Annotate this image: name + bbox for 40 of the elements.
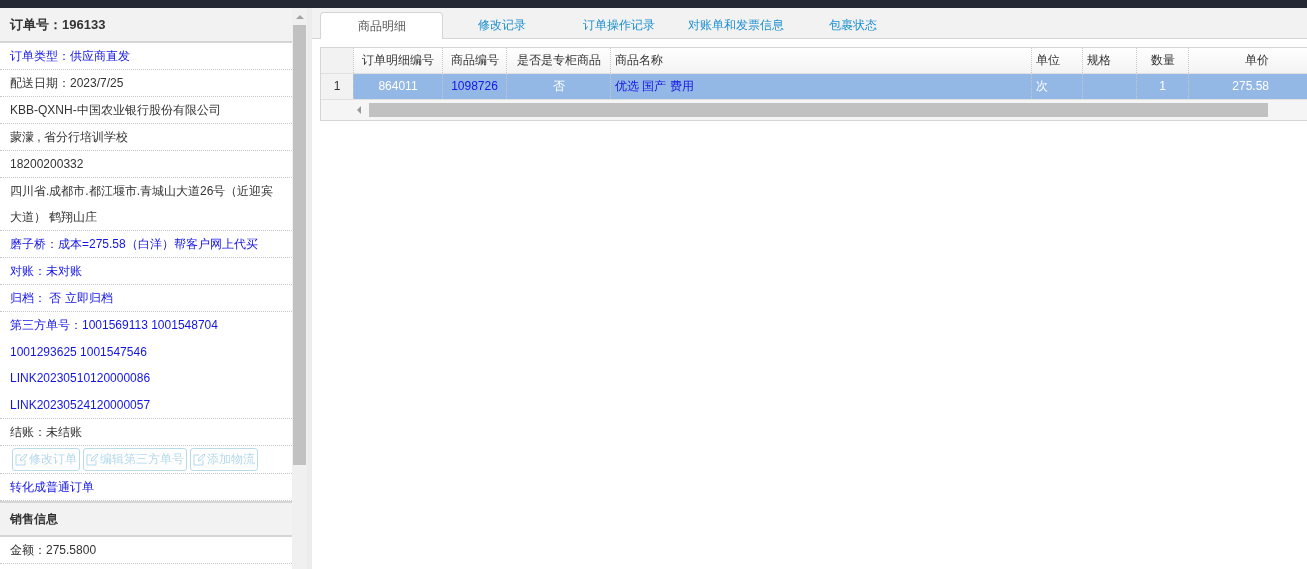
- column-header: 订单明细编号: [353, 48, 442, 73]
- column-header: 数量: [1136, 48, 1188, 73]
- row-number: 1: [321, 74, 353, 99]
- info-link[interactable]: 订单类型：供应商直发: [10, 43, 282, 69]
- info-link[interactable]: 对账：未对账: [10, 258, 282, 284]
- pencil-icon: [86, 453, 99, 466]
- table-cell: 275.58: [1188, 74, 1273, 99]
- table-cell: 否: [506, 74, 610, 99]
- table-cell: 次: [1031, 74, 1082, 99]
- info-text: 配送日期：2023/7/25: [10, 75, 125, 92]
- pencil-icon: [15, 453, 28, 466]
- info-text: 结账：未结账: [10, 424, 83, 441]
- info-link[interactable]: 转化成普通订单: [10, 474, 282, 500]
- column-header: 单位: [1031, 48, 1082, 73]
- column-header: 商品编号: [442, 48, 506, 73]
- info-text: 四川省.成都市.都江堰市.青城山大道26号（近迎宾大道） 鹤翔山庄: [10, 183, 275, 226]
- info-text: 金额：275.5800: [10, 542, 98, 559]
- table-cell: 优选 国产 费用: [610, 74, 1031, 99]
- info-text: 18200200332: [10, 156, 85, 173]
- info-link[interactable]: 归档： 否 立即归档: [10, 285, 282, 311]
- column-header: 单价: [1188, 48, 1273, 73]
- column-header: 是否是专柜商品: [506, 48, 610, 73]
- pencil-icon: [193, 453, 206, 466]
- column-header: 规格: [1082, 48, 1136, 73]
- table-cell: 864011: [353, 74, 442, 99]
- info-link[interactable]: LINK20230524120000057: [10, 391, 282, 418]
- column-header: 商品名称: [610, 48, 1031, 73]
- table-cell: 1: [1136, 74, 1188, 99]
- table-cell: 1098726: [442, 74, 506, 99]
- table-row[interactable]: 1 864011 1098726 否 优选 国产 费用 次 1 275.58: [321, 74, 1307, 100]
- info-text: KBB-QXNH-中国农业银行股份有限公司: [10, 102, 222, 119]
- scrollbar[interactable]: [292, 8, 307, 569]
- info-link[interactable]: 1001293625 1001547546: [10, 338, 282, 365]
- section-title: 销售信息: [0, 501, 292, 537]
- order-number-title: 订单号：196133: [0, 8, 292, 43]
- tab[interactable]: 商品明细: [320, 12, 443, 39]
- info-link[interactable]: 磨子桥：成本=275.58（白洋）帮客户网上代买: [10, 231, 282, 257]
- info-link[interactable]: 第三方单号：1001569113 1001548704: [10, 312, 282, 339]
- info-text: 蒙濛 , 省分行培训学校: [10, 129, 129, 146]
- info-link[interactable]: LINK20230510120000086: [10, 365, 282, 392]
